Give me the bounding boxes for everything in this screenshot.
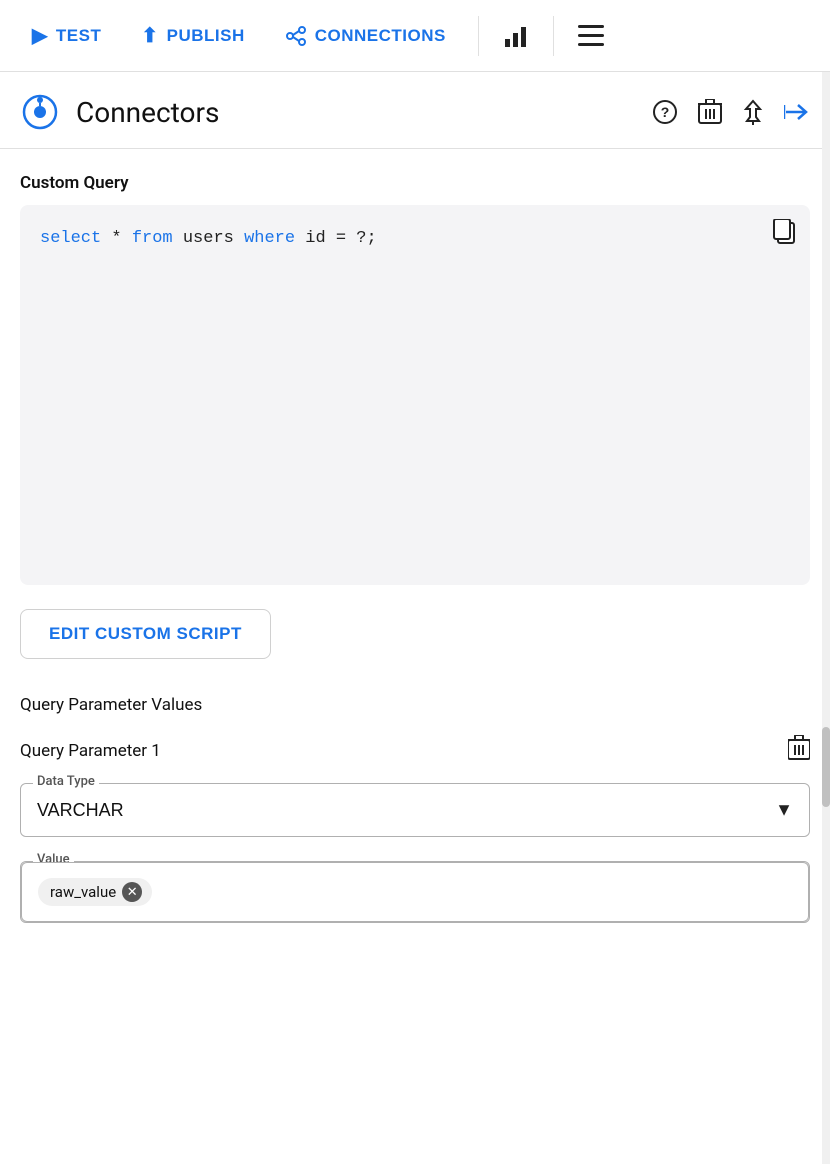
value-field[interactable]: raw_value ✕ [21, 862, 809, 922]
value-field-wrapper: Value raw_value ✕ [20, 861, 810, 923]
custom-query-label: Custom Query [20, 173, 810, 193]
test-button[interactable]: ▶ TEST [16, 15, 117, 56]
query-param-delete-button[interactable] [788, 735, 810, 767]
main-content: Custom Query select * from users where i… [0, 149, 830, 971]
keyword-from: from [132, 229, 173, 248]
code-sym1: * [101, 229, 132, 248]
code-text2: id = ?; [295, 229, 377, 248]
scrollbar-thumb[interactable] [822, 727, 830, 807]
keyword-where: where [244, 229, 295, 248]
nav-divider-2 [553, 16, 554, 56]
play-icon: ▶ [32, 23, 48, 48]
query-param-values-label: Query Parameter Values [20, 695, 810, 715]
copy-button[interactable] [772, 219, 796, 251]
code-content: select * from users where id = ?; [40, 225, 790, 252]
pin-button[interactable] [742, 99, 764, 125]
scrollbar-track[interactable] [822, 72, 830, 1164]
publish-icon: ⬆ [141, 23, 158, 48]
connectors-icon [20, 92, 60, 132]
edit-custom-script-button[interactable]: EDIT CUSTOM SCRIPT [20, 609, 271, 659]
chip-close-button[interactable]: ✕ [122, 882, 142, 902]
chip-text: raw_value [50, 883, 116, 901]
expand-button[interactable] [784, 101, 810, 123]
delete-button[interactable] [698, 99, 722, 125]
data-type-floating-label: Data Type [33, 774, 99, 789]
query-param-title: Query Parameter 1 [20, 741, 161, 761]
nav-divider [478, 16, 479, 56]
publish-label: PUBLISH [167, 26, 245, 46]
connections-label: CONNECTIONS [315, 26, 446, 46]
test-label: TEST [56, 26, 101, 46]
header-actions: ? [652, 99, 810, 125]
data-type-field: Data Type VARCHAR INTEGER BOOLEAN DATE F… [20, 783, 810, 837]
menu-button[interactable] [570, 17, 612, 55]
connections-icon [285, 24, 307, 47]
value-chip: raw_value ✕ [38, 878, 152, 906]
page-header: Connectors ? [0, 72, 830, 149]
publish-button[interactable]: ⬆ PUBLISH [125, 15, 260, 56]
code-text1: users [173, 229, 244, 248]
query-param-row: Query Parameter 1 [20, 735, 810, 767]
keyword-select: select [40, 229, 101, 248]
page-title: Connectors [76, 96, 636, 129]
top-navigation: ▶ TEST ⬆ PUBLISH CONNECTIONS [0, 0, 830, 72]
svg-text:?: ? [661, 104, 670, 120]
analytics-button[interactable] [495, 15, 537, 57]
connections-button[interactable]: CONNECTIONS [269, 16, 462, 55]
data-type-select[interactable]: VARCHAR INTEGER BOOLEAN DATE FLOAT [21, 784, 809, 836]
code-block: select * from users where id = ?; [20, 205, 810, 585]
help-button[interactable]: ? [652, 99, 678, 125]
